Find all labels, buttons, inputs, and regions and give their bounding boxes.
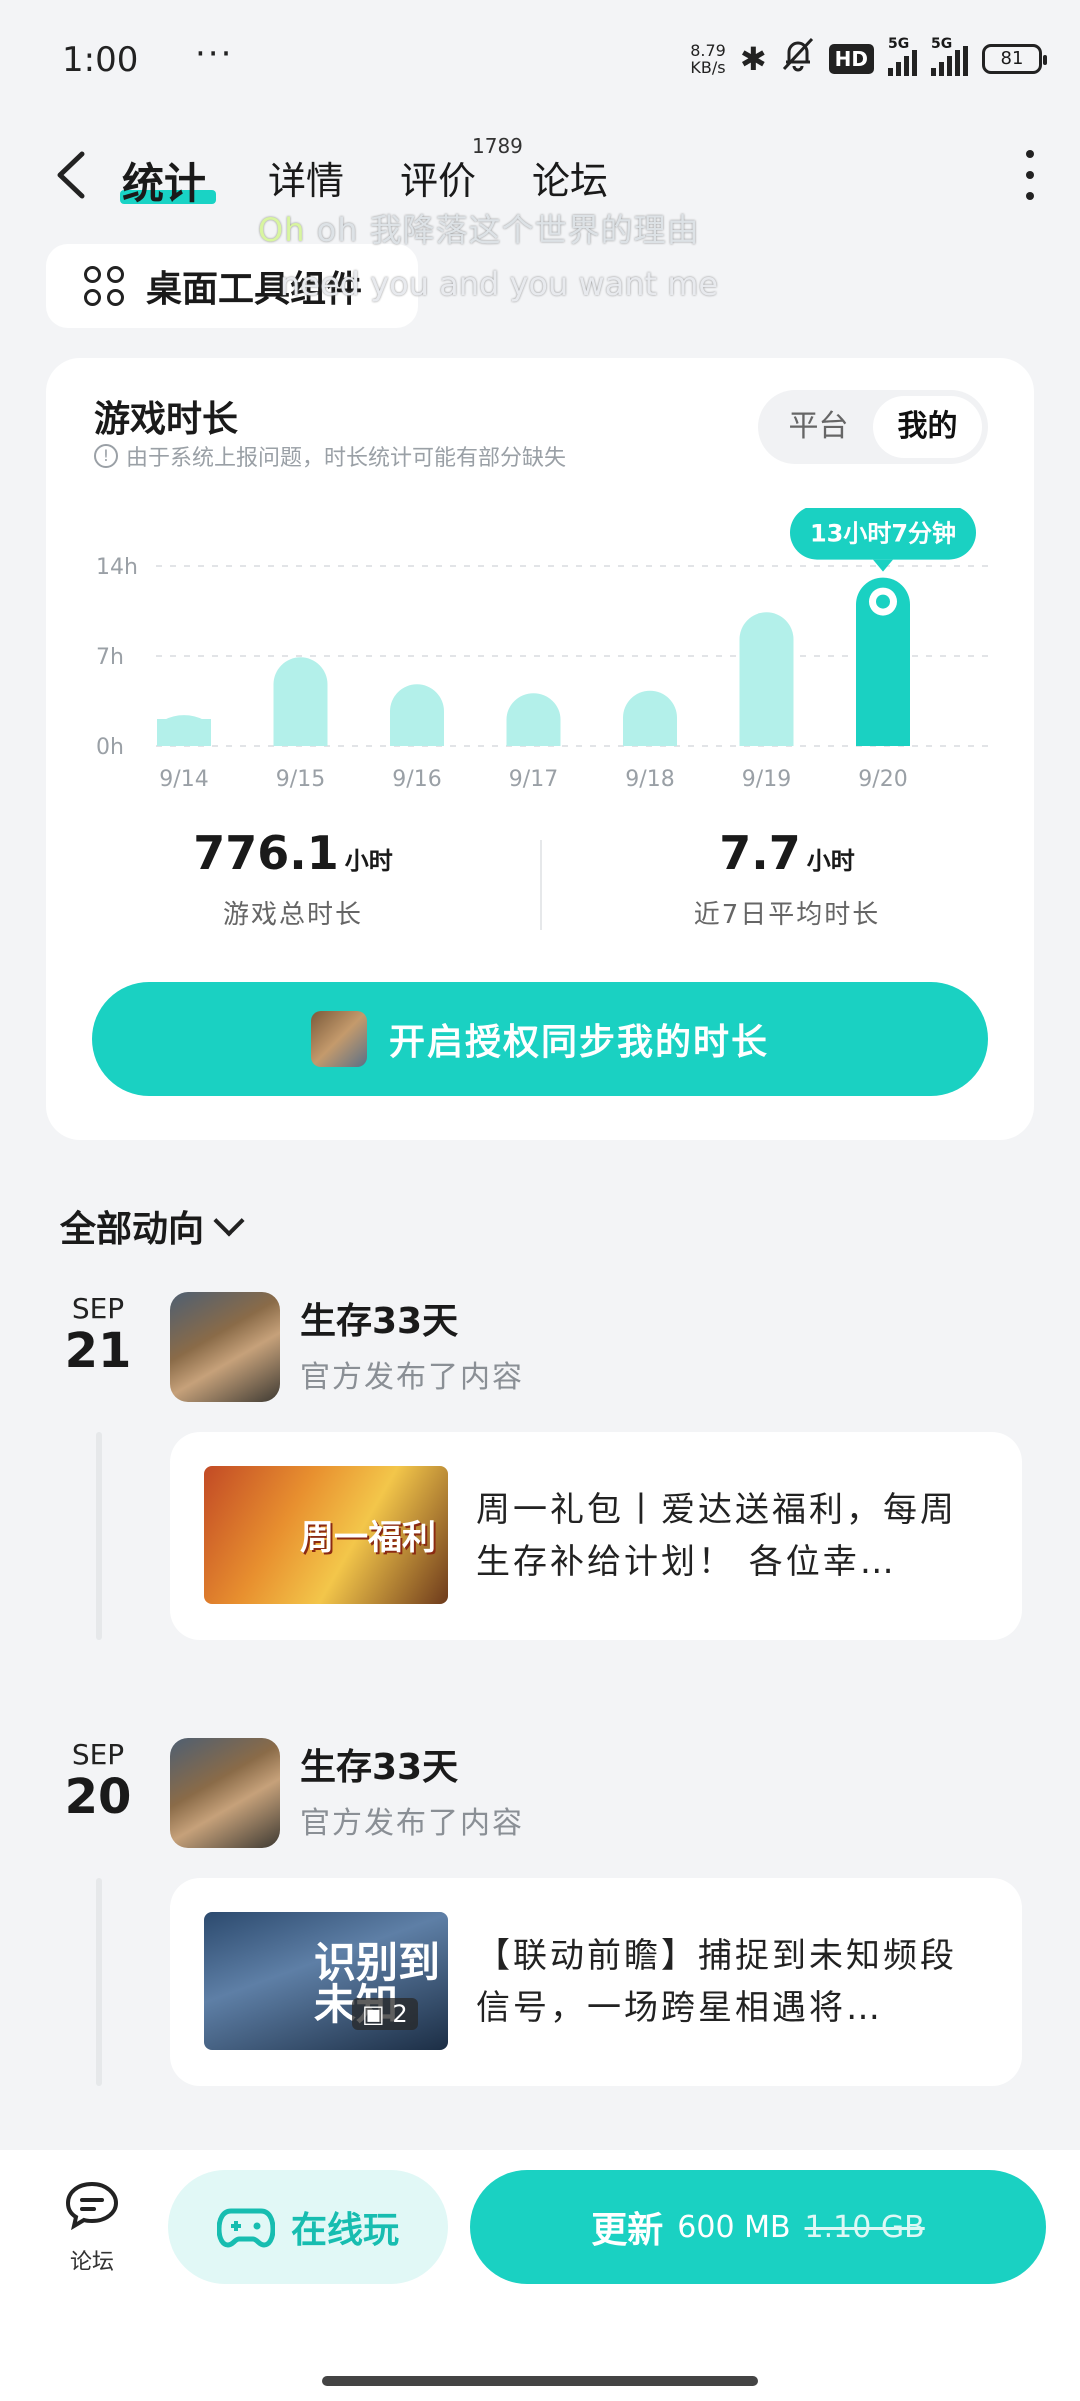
back-arrow-icon — [57, 151, 85, 199]
y-tick-label: 14h — [96, 555, 138, 580]
sync-playtime-button[interactable]: 开启授权同步我的时长 — [92, 982, 988, 1096]
tooltip-label: 13小时7分钟 — [810, 520, 956, 548]
feed-post[interactable]: 识别到未知 ▣ 2 【联动前瞻】捕捉到未知频段信号，一场跨星相遇将… — [170, 1878, 1022, 2086]
y-tick-label: 0h — [96, 735, 124, 760]
source-segmented-control: 平台 我的 — [758, 390, 988, 464]
hd-voice-icon: HD — [828, 43, 874, 74]
game-name[interactable]: 生存33天 — [300, 1738, 458, 1790]
post-text: 周一礼包丨爱达送福利，每周生存补给计划！ 各位幸… — [476, 1490, 957, 1582]
playtime-bar-chart: 14h 7h 0h 9/14 9/15 9/16 9/17 9/18 9/19 9/20 13小时7… — [96, 508, 990, 792]
x-tick-label: 9/16 — [392, 767, 441, 792]
forum-button[interactable]: 论坛 — [52, 2180, 132, 2276]
card-note: ! 由于系统上报问题，时长统计可能有部分缺失 — [94, 440, 566, 472]
chart-bar-base — [739, 719, 794, 746]
post-text: 【联动前瞻】捕捉到未知频段信号，一场跨星相遇将… — [476, 1936, 957, 2028]
segment-mine[interactable]: 我的 — [873, 396, 982, 458]
feed-filter-dropdown[interactable]: 全部动向 — [60, 1200, 245, 1252]
playtime-card: 游戏时长 ! 由于系统上报问题，时长统计可能有部分缺失 平台 我的 14h 7h 0… — [46, 358, 1034, 1140]
x-tick-label: 9/18 — [625, 767, 674, 792]
tab-forum[interactable]: 论坛 — [532, 150, 608, 205]
chart-bar-base — [157, 719, 211, 746]
more-notifications-icon: ··· — [195, 34, 234, 74]
bottom-action-bar: 论坛 在线玩 更新 600 MB 1.10 GB — [0, 2150, 1080, 2401]
tab-stats[interactable]: 统计 — [122, 150, 206, 211]
timeline-line — [96, 1878, 102, 2086]
widgets-grid-icon — [84, 266, 124, 306]
entry-date: SEP 20 — [64, 1738, 132, 1825]
card-title: 游戏时长 — [94, 399, 239, 440]
game-avatar[interactable] — [170, 1738, 280, 1848]
timeline-line — [96, 1432, 102, 1640]
gamepad-icon — [216, 2208, 275, 2248]
chart-bar-base — [273, 719, 328, 746]
status-icons: 8.79 KB/s ✱ HD 5G 5G 81 — [690, 36, 1047, 81]
update-button[interactable]: 更新 600 MB 1.10 GB — [470, 2170, 1046, 2284]
total-playtime: 776.1 小时 游戏总时长 — [193, 826, 393, 930]
battery-icon: 81 — [982, 43, 1047, 74]
info-icon: ! — [94, 444, 118, 468]
chart-bar-base — [856, 719, 910, 746]
post-image: 周一福利 — [204, 1466, 448, 1604]
segment-platform[interactable]: 平台 — [764, 396, 873, 458]
metrics-row: 776.1 小时 游戏总时长 7.7 小时 近7日平均时长 — [46, 826, 1034, 956]
play-online-button[interactable]: 在线玩 — [168, 2170, 448, 2284]
mute-bell-icon — [781, 36, 815, 81]
highlight-marker-dot — [876, 594, 890, 609]
feed-post[interactable]: 周一福利 周一礼包丨爱达送福利，每周生存补给计划！ 各位幸… — [170, 1432, 1022, 1640]
chevron-down-icon — [213, 1205, 245, 1237]
tab-reviews[interactable]: 评价 — [400, 150, 476, 205]
more-menu-button[interactable] — [1020, 150, 1040, 200]
x-tick-label: 9/19 — [742, 767, 791, 792]
home-indicator[interactable] — [322, 2376, 758, 2386]
signal-icon: 5G — [888, 36, 917, 76]
entry-subtitle: 官方发布了内容 — [300, 1806, 524, 1841]
x-tick-label: 9/15 — [276, 767, 325, 792]
y-tick-label: 7h — [96, 645, 124, 670]
lyric-overlay-line2: need you and you want me — [280, 265, 719, 303]
image-count-badge: ▣ 2 — [352, 1998, 418, 2030]
avg-playtime: 7.7 小时 近7日平均时长 — [693, 826, 881, 930]
chat-bubble-icon — [65, 2181, 119, 2231]
game-avatar[interactable] — [170, 1292, 280, 1402]
game-name[interactable]: 生存33天 — [300, 1292, 458, 1344]
x-tick-label: 9/17 — [509, 767, 558, 792]
chart-bar-base — [623, 719, 677, 746]
chart-bar-base — [506, 719, 561, 746]
net-speed: 8.79 KB/s — [690, 40, 726, 77]
x-tick-label: 9/20 — [858, 767, 907, 792]
status-bar: 1:00 ··· 8.79 KB/s ✱ HD 5G 5G 81 — [0, 0, 1080, 125]
review-count-badge: 1789 — [472, 134, 523, 158]
entry-subtitle: 官方发布了内容 — [300, 1360, 524, 1395]
tab-details[interactable]: 详情 — [268, 150, 344, 205]
back-button[interactable] — [48, 148, 102, 202]
lyric-overlay-line1: Oh oh 我降落这个世界的理由 — [258, 211, 700, 249]
x-tick-label: 9/14 — [159, 767, 208, 792]
clock: 1:00 — [62, 40, 139, 80]
game-thumbnail — [310, 1011, 367, 1067]
entry-date: SEP 21 — [64, 1292, 132, 1379]
chart-bar-base — [390, 719, 444, 746]
post-image: 识别到未知 ▣ 2 — [204, 1912, 448, 2050]
signal-icon: 5G — [931, 36, 968, 76]
bluetooth-icon: ✱ — [739, 39, 767, 78]
